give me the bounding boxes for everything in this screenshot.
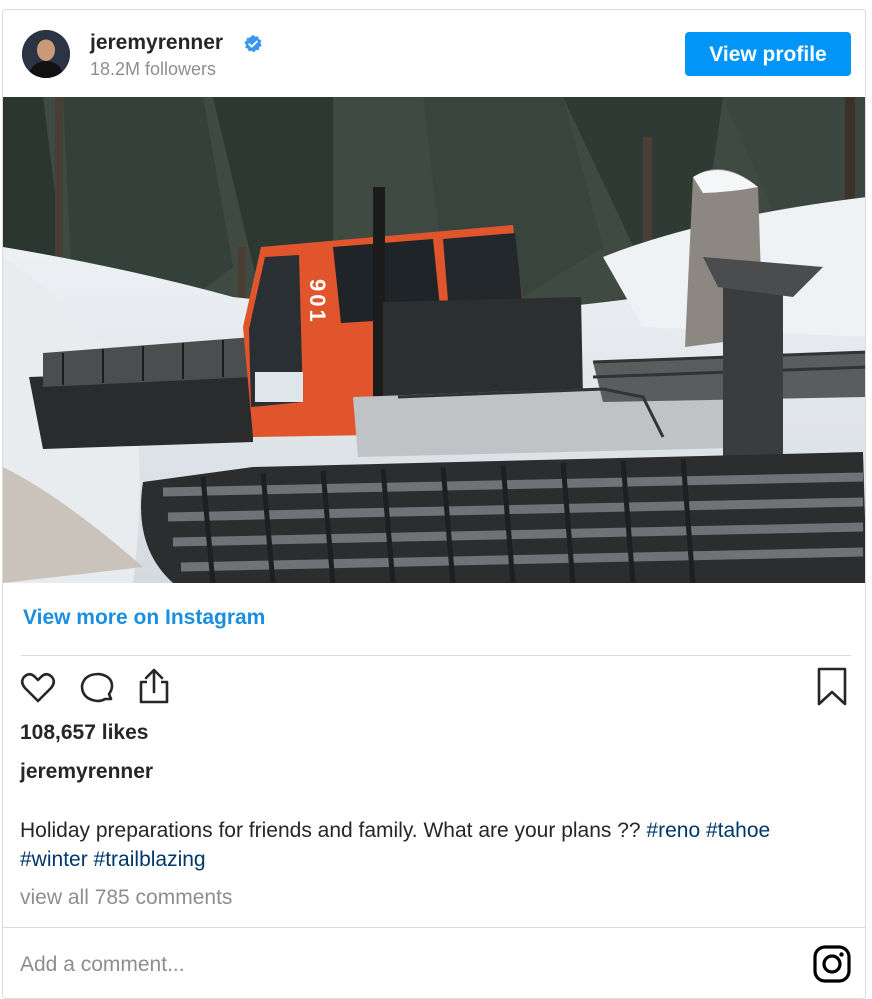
divider xyxy=(3,927,865,928)
share-button[interactable] xyxy=(134,666,174,706)
caption-username[interactable]: jeremyrenner xyxy=(20,760,153,784)
view-all-comments-link[interactable]: view all 785 comments xyxy=(20,886,232,910)
save-button[interactable] xyxy=(812,666,852,706)
avatar[interactable] xyxy=(22,30,70,78)
instagram-logo-button[interactable] xyxy=(812,944,852,984)
hashtag-trailblazing[interactable]: #trailblazing xyxy=(94,848,206,871)
like-button[interactable] xyxy=(18,668,58,708)
hashtag-tahoe[interactable]: #tahoe xyxy=(706,819,770,842)
profile-username[interactable]: jeremyrenner xyxy=(90,31,223,55)
post-video[interactable]: 901 xyxy=(3,97,865,583)
comment-button[interactable] xyxy=(77,668,117,708)
heart-icon xyxy=(20,672,56,703)
instagram-embed-card: jeremyrenner 18.2M followers View profil… xyxy=(2,9,866,999)
add-comment-input[interactable]: Add a comment... xyxy=(20,953,185,977)
divider xyxy=(21,655,851,656)
view-more-on-instagram-link[interactable]: View more on Instagram xyxy=(23,606,265,630)
like-count[interactable]: 108,657 likes xyxy=(20,721,148,745)
verified-badge-icon xyxy=(244,34,262,53)
post-header: jeremyrenner 18.2M followers View profil… xyxy=(3,10,865,98)
vehicle-number: 901 xyxy=(305,279,330,325)
view-profile-button[interactable]: View profile xyxy=(685,32,851,76)
follower-count: 18.2M followers xyxy=(90,59,217,79)
instagram-icon xyxy=(813,945,851,983)
share-icon xyxy=(139,668,169,704)
hashtag-reno[interactable]: #reno xyxy=(646,819,700,842)
bookmark-icon xyxy=(817,667,847,706)
comment-icon xyxy=(80,672,114,703)
snowcat-scene-image: 901 xyxy=(3,97,865,583)
post-caption: Holiday preparations for friends and fam… xyxy=(20,816,860,874)
caption-text: Holiday preparations for friends and fam… xyxy=(20,819,647,842)
hashtag-winter[interactable]: #winter xyxy=(20,848,88,871)
